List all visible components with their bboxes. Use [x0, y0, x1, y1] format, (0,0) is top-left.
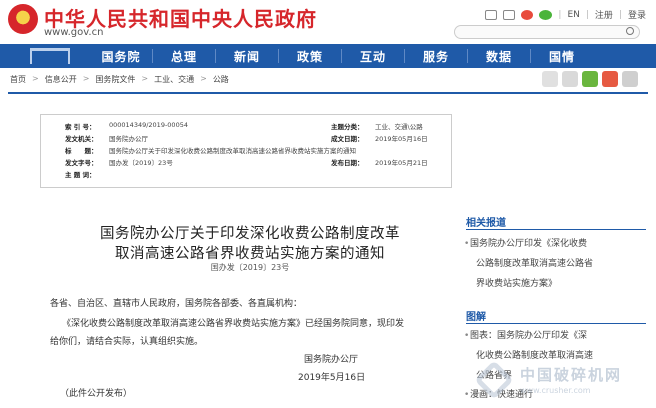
nav-item-policy[interactable]: 政策 — [279, 48, 341, 65]
register-link[interactable]: 注册 — [595, 8, 613, 21]
title-label: 标 题： — [65, 147, 98, 155]
search-input[interactable] — [454, 25, 640, 39]
pub-date-label: 发布日期： — [331, 159, 364, 167]
national-emblem-icon — [8, 4, 38, 34]
document-metadata: 索 引 号： 000014349/2019-00054 主题分类： 工业、交通\… — [40, 114, 452, 188]
index-label: 索 引 号： — [65, 123, 96, 131]
related-report-link[interactable]: 国务院办公厅印发《深化收费 公路制度改革取消高速公路省 界收费站实施方案》 — [464, 234, 646, 294]
english-link[interactable]: EN — [567, 10, 579, 20]
nav-item-interaction[interactable]: 互动 — [342, 48, 404, 65]
category-value: 工业、交通\公路 — [375, 123, 423, 131]
article-addressee: 各省、自治区、直辖市人民政府，国务院各部委、各直属机构： — [50, 299, 303, 309]
category-label: 主题分类： — [331, 123, 364, 131]
related-reports-heading: 相关报道 — [466, 218, 506, 229]
publish-note: （此件公开发布） — [60, 389, 133, 399]
article-body-line2: 给你们，请结合实际，认真组织实施。 — [50, 337, 204, 347]
top-links: | EN | 注册 | 登录 — [485, 8, 646, 21]
more-share-icon[interactable] — [622, 71, 638, 87]
mail-icon[interactable] — [485, 9, 498, 20]
mobile-icon[interactable] — [503, 9, 516, 20]
subject-label: 主 题 词： — [65, 171, 96, 179]
issuer-value: 国务院办公厅 — [109, 135, 148, 143]
article-doc-number: 国办发〔2019〕23号 — [210, 263, 290, 272]
docno-value: 国办发〔2019〕23号 — [109, 159, 173, 167]
nav-item-premier[interactable]: 总理 — [153, 48, 215, 65]
pub-date-value: 2019年05月21日 — [375, 159, 428, 167]
watermark-url: www.crusher.com — [520, 386, 591, 395]
share-bar — [542, 71, 638, 87]
signature-date: 2019年5月16日 — [298, 373, 366, 383]
tiananmen-logo-icon[interactable] — [0, 44, 90, 68]
signature-org: 国务院办公厅 — [304, 355, 359, 365]
font-size-icon[interactable] — [542, 71, 558, 87]
weibo-share-icon[interactable] — [602, 71, 618, 87]
breadcrumb-industry[interactable]: 工业、交通 — [154, 74, 194, 85]
search-icon[interactable] — [626, 27, 634, 35]
article-title-line2: 取消高速公路省界收费站实施方案的通知 — [115, 246, 385, 262]
breadcrumb: 首页 > 信息公开 > 国务院文件 > 工业、交通 > 公路 — [10, 74, 229, 85]
watermark: 中国破碎机网 www.crusher.com — [474, 360, 650, 402]
article-body-line1: 《深化收费公路制度改革取消高速公路省界收费站实施方案》已经国务院同意，现印发 — [62, 319, 405, 329]
nav-item-service[interactable]: 服务 — [405, 48, 467, 65]
breadcrumb-docs[interactable]: 国务院文件 — [95, 74, 135, 85]
login-link[interactable]: 登录 — [628, 8, 646, 21]
watermark-logo-icon — [474, 360, 514, 400]
divider — [8, 92, 648, 94]
breadcrumb-home[interactable]: 首页 — [10, 74, 26, 85]
nav-item-state-council[interactable]: 国务院 — [90, 48, 152, 65]
date-label: 成文日期： — [331, 135, 364, 143]
article-title-line1: 国务院办公厅关于印发深化收费公路制度改革 — [100, 226, 400, 242]
site-header: 中华人民共和国中央人民政府 www.gov.cn | EN | 注册 | 登录 — [0, 0, 656, 42]
nav-item-data[interactable]: 数据 — [468, 48, 530, 65]
title-value: 国务院办公厅关于印发深化收费公路制度改革取消高速公路省界收费站实施方案的通知 — [109, 147, 356, 155]
breadcrumb-highway[interactable]: 公路 — [213, 74, 229, 85]
print-icon[interactable] — [562, 71, 578, 87]
docno-label: 发文字号： — [65, 159, 98, 167]
diagram-heading: 图解 — [466, 312, 486, 323]
site-url: www.gov.cn — [44, 27, 104, 38]
watermark-text: 中国破碎机网 — [520, 366, 623, 384]
issuer-label: 发文机关： — [65, 135, 98, 143]
date-value: 2019年05月16日 — [375, 135, 428, 143]
nav-item-national-info[interactable]: 国情 — [531, 48, 593, 65]
breadcrumb-info[interactable]: 信息公开 — [45, 74, 77, 85]
index-value: 000014349/2019-00054 — [109, 121, 188, 129]
wechat-icon[interactable] — [539, 9, 553, 20]
main-nav: 国务院 总理 新闻 政策 互动 服务 数据 国情 — [0, 44, 656, 68]
weibo-icon[interactable] — [521, 9, 534, 20]
nav-item-news[interactable]: 新闻 — [216, 48, 278, 65]
wechat-share-icon[interactable] — [582, 71, 598, 87]
